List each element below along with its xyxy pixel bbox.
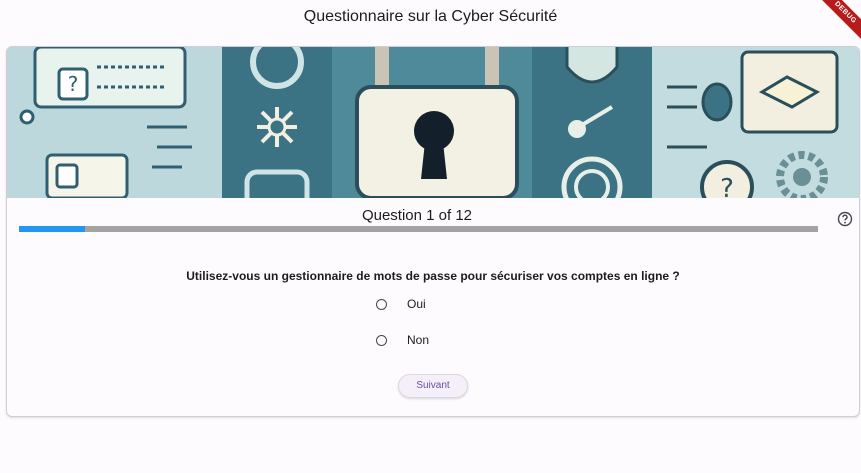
- option-non[interactable]: Non: [376, 330, 429, 350]
- question-counter: Question 1 of 12: [361, 207, 473, 224]
- option-label: Oui: [407, 297, 426, 311]
- quiz-progress-fill: [19, 226, 86, 232]
- next-button[interactable]: Suivant: [398, 374, 468, 398]
- question-text: Utilisez-vous un gestionnaire de mots de…: [186, 269, 680, 283]
- svg-text:?: ?: [720, 174, 734, 198]
- app-title: Questionnaire sur la Cyber Sécurité: [303, 8, 558, 25]
- quiz-card: ? ? Question 1 of 12 Utilisez-vous un ge…: [6, 46, 860, 417]
- cybersecurity-banner-image: ? ?: [7, 47, 859, 198]
- option-label: Non: [407, 333, 430, 347]
- quiz-progress-bar: [19, 226, 818, 232]
- option-oui[interactable]: Oui: [376, 294, 426, 314]
- radio-unchecked-icon[interactable]: [376, 298, 387, 310]
- svg-text:?: ?: [68, 72, 79, 96]
- help-circle-icon[interactable]: [837, 211, 853, 227]
- radio-unchecked-icon[interactable]: [376, 334, 387, 346]
